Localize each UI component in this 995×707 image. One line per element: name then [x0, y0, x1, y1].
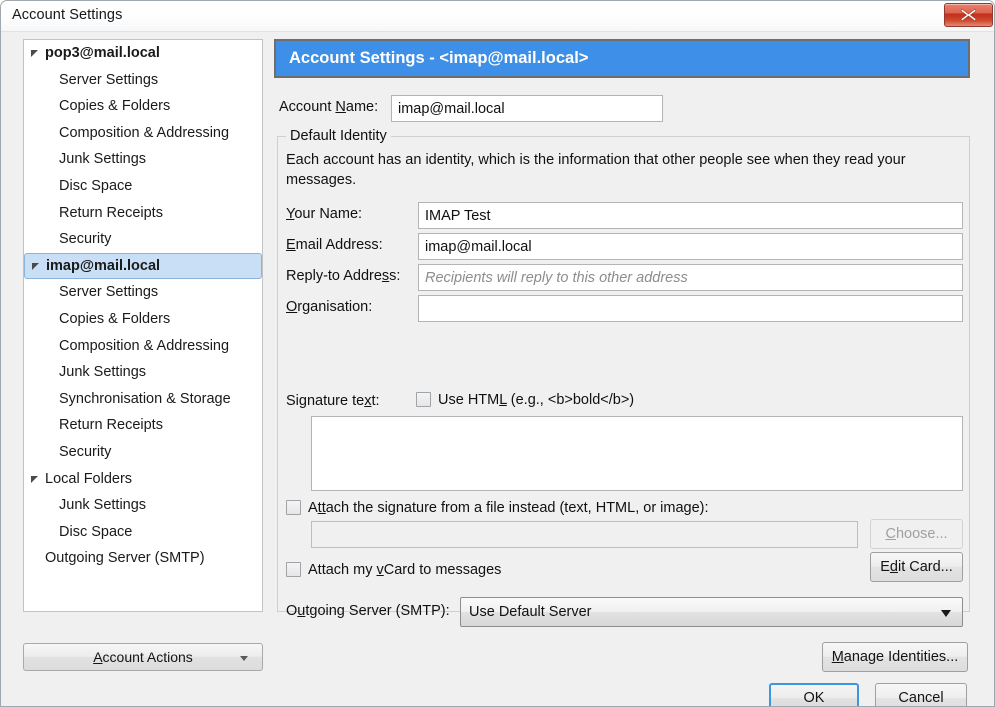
sidebar-item-label: Junk Settings — [59, 364, 147, 381]
email-address-label: Email Address: — [286, 237, 383, 253]
account-actions-label: Account Actions — [93, 649, 193, 665]
sidebar-item-label: Composition & Addressing — [59, 124, 230, 141]
sidebar-item-return-receipts[interactable]: Return Receipts — [24, 200, 262, 227]
sidebar-item-composition-addressing[interactable]: Composition & Addressing — [24, 333, 262, 360]
account-actions-button[interactable]: Account Actions — [23, 643, 263, 671]
organisation-input[interactable] — [418, 295, 963, 322]
twisty-expanded-icon[interactable] — [31, 50, 38, 57]
attach-signature-file-label: Attach the signature from a file instead… — [308, 500, 709, 516]
sidebar-item-label: Local Folders — [45, 470, 133, 487]
sidebar-item-composition-addressing[interactable]: Composition & Addressing — [24, 120, 262, 147]
sidebar-item-label: Junk Settings — [59, 151, 147, 168]
account-name-row: Account Name: — [279, 95, 970, 123]
sidebar-item-server-settings[interactable]: Server Settings — [24, 279, 262, 306]
sidebar-item-junk-settings[interactable]: Junk Settings — [24, 359, 262, 386]
sidebar-item-label: Composition & Addressing — [59, 337, 230, 354]
organisation-label: Organisation: — [286, 299, 373, 315]
sidebar-item-synchronisation-storage[interactable]: Synchronisation & Storage — [24, 386, 262, 413]
sidebar-item-label: Disc Space — [59, 177, 133, 194]
reply-to-address-label: Reply-to Address: — [286, 268, 401, 284]
twisty-expanded-icon[interactable] — [31, 475, 38, 483]
sidebar-item-copies-folders[interactable]: Copies & Folders — [24, 93, 262, 120]
sidebar-item-label: Copies & Folders — [59, 98, 171, 115]
your-name-label: Your Name: — [286, 206, 363, 222]
attach-signature-file-checkbox[interactable] — [286, 500, 301, 515]
manage-identities-button[interactable]: Manage Identities... — [822, 642, 968, 672]
sidebar-item-label: Server Settings — [59, 284, 159, 301]
signature-textarea[interactable] — [311, 416, 963, 491]
use-html-checkbox[interactable] — [416, 392, 431, 407]
settings-panel: Account Settings - <imap@mail.local> Acc… — [274, 39, 974, 627]
signature-file-path-input[interactable] — [311, 521, 858, 548]
sidebar-item-label: imap@mail.local — [46, 257, 161, 274]
sidebar-item-return-receipts[interactable]: Return Receipts — [24, 412, 262, 439]
sidebar-item-label: Outgoing Server (SMTP) — [45, 550, 205, 567]
close-x-glyph — [960, 8, 977, 22]
sidebar-item-label: Security — [59, 231, 112, 248]
sidebar-item-copies-folders[interactable]: Copies & Folders — [24, 306, 262, 333]
cancel-button[interactable]: Cancel — [875, 683, 967, 706]
default-identity-legend: Default Identity — [286, 128, 391, 144]
sidebar-item-label: Synchronisation & Storage — [59, 390, 231, 407]
choose-file-button[interactable]: Choose... — [870, 519, 963, 549]
sidebar-item-junk-settings[interactable]: Junk Settings — [24, 146, 262, 173]
sidebar-item-label: pop3@mail.local — [45, 45, 160, 61]
outgoing-server-selected-value: Use Default Server — [469, 604, 592, 620]
sidebar-item-server-settings[interactable]: Server Settings — [24, 67, 262, 94]
twisty-expanded-icon[interactable] — [32, 262, 39, 270]
default-identity-description: Each account has an identity, which is t… — [286, 152, 906, 188]
attach-signature-file-checkbox-row[interactable]: Attach the signature from a file instead… — [286, 499, 709, 519]
sidebar-item-imap-mail-local[interactable]: imap@mail.local — [24, 252, 262, 280]
sidebar-item-junk-settings[interactable]: Junk Settings — [24, 492, 262, 519]
your-name-row: Your Name: — [286, 202, 963, 229]
dialog-client-area: pop3@mail.local Server Settings Copies & F… — [1, 32, 994, 706]
sidebar-item-disc-space[interactable]: Disc Space — [24, 173, 262, 200]
account-settings-window: Account Settings pop3@mail.local Server S… — [0, 0, 995, 707]
window-title: Account Settings — [12, 7, 123, 23]
sidebar-item-label: Return Receipts — [59, 204, 163, 221]
sidebar-item-security[interactable]: Security — [24, 439, 262, 466]
close-icon[interactable] — [944, 3, 993, 27]
sidebar-item-local-folders[interactable]: Local Folders — [24, 466, 262, 493]
sidebar-item-label: Security — [59, 443, 112, 460]
attach-vcard-checkbox[interactable] — [286, 562, 301, 577]
window-titlebar: Account Settings — [1, 1, 994, 32]
email-address-input[interactable] — [418, 233, 963, 260]
sidebar-item-label: Copies & Folders — [59, 310, 171, 327]
page-title: Account Settings - <imap@mail.local> — [274, 39, 970, 78]
attach-vcard-label: Attach my vCard to messages — [308, 562, 502, 578]
sidebar-item-disc-space[interactable]: Disc Space — [24, 519, 262, 546]
signature-text-label: Signature text: — [286, 393, 380, 409]
your-name-input[interactable] — [418, 202, 963, 229]
default-identity-fieldset: Default Identity Each account has an ide… — [277, 128, 970, 627]
attach-vcard-checkbox-row[interactable]: Attach my vCard to messages — [286, 561, 501, 581]
outgoing-server-select[interactable]: Use Default Server — [460, 597, 963, 627]
chevron-down-icon — [941, 610, 951, 617]
sidebar-item-label: Server Settings — [59, 71, 159, 88]
reply-to-address-row: Reply-to Address: — [286, 264, 963, 291]
reply-to-address-input[interactable] — [418, 264, 963, 291]
outgoing-server-label: Outgoing Server (SMTP): — [286, 603, 450, 619]
sidebar-item-label: Disc Space — [59, 523, 133, 540]
ok-button[interactable]: OK — [769, 683, 859, 706]
email-address-row: Email Address: — [286, 233, 963, 260]
edit-card-button[interactable]: Edit Card... — [870, 552, 963, 582]
organisation-row: Organisation: — [286, 295, 963, 322]
sidebar-item-label: Return Receipts — [59, 417, 163, 434]
sidebar-item-security[interactable]: Security — [24, 226, 262, 253]
accounts-tree[interactable]: pop3@mail.local Server Settings Copies & F… — [23, 39, 263, 612]
chevron-down-icon — [240, 656, 248, 661]
use-html-label: Use HTML (e.g., <b>bold</b>) — [438, 392, 635, 408]
sidebar-item-pop3-mail-local[interactable]: pop3@mail.local — [24, 40, 262, 67]
use-html-checkbox-row[interactable]: Use HTML (e.g., <b>bold</b>) — [416, 391, 634, 411]
sidebar-item-outgoing-server-smtp[interactable]: Outgoing Server (SMTP) — [24, 545, 262, 572]
sidebar-item-label: Junk Settings — [59, 497, 147, 514]
account-name-input[interactable] — [391, 95, 663, 122]
account-name-label: Account Name: — [279, 99, 379, 115]
